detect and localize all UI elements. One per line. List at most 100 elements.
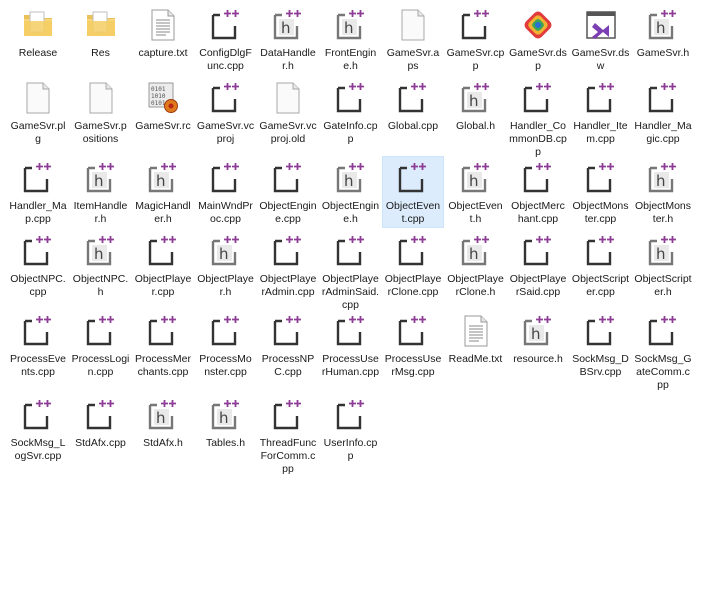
cpp-file-icon	[393, 160, 433, 196]
file-item[interactable]: ObjectMerchant.cpp	[508, 157, 568, 226]
file-item[interactable]: GameSvr.vcproj.old	[258, 77, 318, 146]
file-item[interactable]: SockMsg_GateComm.cpp	[633, 310, 693, 392]
file-name: MainWndProc.cpp	[198, 200, 253, 225]
cpp-file-icon	[393, 80, 433, 116]
file-item[interactable]: ObjectPlayerAdminSaid.cpp	[321, 230, 381, 312]
file-item[interactable]: ObjectNPC.cpp	[8, 230, 68, 299]
file-item[interactable]: Global.cpp	[383, 77, 443, 133]
file-item[interactable]: GameSvr.dsp	[508, 4, 568, 73]
file-name: ObjectMonster.cpp	[572, 200, 629, 225]
file-item[interactable]: ProcessMerchants.cpp	[133, 310, 193, 379]
svg-text:h: h	[656, 172, 666, 190]
file-name: ItemHandler.h	[73, 200, 128, 225]
file-item[interactable]: h ObjectEvent.h	[446, 157, 506, 226]
file-item[interactable]: h ItemHandler.h	[71, 157, 131, 226]
file-name: ObjectPlayerClone.h	[447, 273, 504, 298]
file-item[interactable]: h ObjectEngine.h	[321, 157, 381, 226]
file-item[interactable]: GateInfo.cpp	[321, 77, 381, 146]
file-item[interactable]: ObjectPlayer.cpp	[133, 230, 193, 299]
cpp-file-icon	[206, 160, 246, 196]
file-item[interactable]: GameSvr.positions	[71, 77, 131, 146]
file-name: ProcessUserMsg.cpp	[384, 353, 442, 378]
svg-text:h: h	[469, 92, 479, 110]
file-item[interactable]: ProcessNPC.cpp	[258, 310, 318, 379]
file-item[interactable]: 0101 1010 0101 GameSvr.rc	[133, 77, 193, 133]
file-item[interactable]: h StdAfx.h	[133, 394, 193, 450]
file-item[interactable]: ProcessLogin.cpp	[71, 310, 131, 379]
file-item[interactable]: ObjectPlayerAdmin.cpp	[258, 230, 318, 299]
file-name: resource.h	[513, 353, 563, 365]
file-name: ObjectScripter.h	[634, 273, 692, 298]
blank-file-icon	[18, 80, 58, 116]
file-item[interactable]: UserInfo.cpp	[321, 394, 381, 463]
file-item[interactable]: h ObjectPlayerClone.h	[446, 230, 506, 299]
cpp-file-icon	[518, 80, 558, 116]
file-item[interactable]: GameSvr.cpp	[446, 4, 506, 73]
file-item[interactable]: ThreadFuncForComm.cpp	[258, 394, 318, 476]
file-name: ThreadFuncForComm.cpp	[259, 437, 317, 475]
svg-text:h: h	[94, 245, 104, 263]
file-item[interactable]: ObjectPlayerSaid.cpp	[508, 230, 568, 299]
file-name: DataHandler.h	[260, 47, 316, 72]
file-name: GameSvr.dsp	[509, 47, 567, 72]
file-item[interactable]: GameSvr.dsw	[571, 4, 631, 73]
file-item[interactable]: ObjectScripter.cpp	[571, 230, 631, 299]
file-item[interactable]: ObjectPlayerClone.cpp	[383, 230, 443, 299]
file-item[interactable]: capture.txt	[133, 4, 193, 60]
file-item[interactable]: Handler_Item.cpp	[571, 77, 631, 146]
file-item[interactable]: ObjectEvent.cpp	[382, 156, 444, 228]
file-item[interactable]: h MagicHandler.h	[133, 157, 193, 226]
file-name: ObjectEngine.h	[321, 200, 380, 225]
file-item[interactable]: Release	[8, 4, 68, 60]
file-item[interactable]: h ObjectPlayer.h	[196, 230, 256, 299]
file-item[interactable]: Handler_Map.cpp	[8, 157, 68, 226]
svg-text:h: h	[281, 19, 291, 37]
file-item[interactable]: h ObjectNPC.h	[71, 230, 131, 299]
file-item[interactable]: ProcessMonster.cpp	[196, 310, 256, 379]
file-name: ObjectEvent.cpp	[385, 200, 441, 225]
file-item[interactable]: SockMsg_DBSrv.cpp	[571, 310, 631, 379]
file-item[interactable]: ProcessEvents.cpp	[8, 310, 68, 379]
file-name: ObjectEvent.h	[448, 200, 503, 225]
file-name: capture.txt	[138, 47, 188, 59]
file-name: GameSvr.positions	[74, 120, 127, 145]
header-file-icon: h	[456, 80, 496, 116]
file-item[interactable]: h resource.h	[508, 310, 568, 366]
file-item[interactable]: ObjectMonster.cpp	[571, 157, 631, 226]
file-item[interactable]: Res	[71, 4, 131, 60]
file-item[interactable]: h Tables.h	[196, 394, 256, 450]
file-item[interactable]: h Global.h	[446, 77, 506, 133]
cpp-file-icon	[518, 160, 558, 196]
file-item[interactable]: GameSvr.vcproj	[196, 77, 256, 146]
file-item[interactable]: GameSvr.aps	[383, 4, 443, 73]
file-name: GameSvr.cpp	[446, 47, 505, 72]
file-item[interactable]: ProcessUserMsg.cpp	[383, 310, 443, 379]
file-item[interactable]: h ObjectScripter.h	[633, 230, 693, 299]
file-name: FrontEngine.h	[324, 47, 377, 72]
file-item[interactable]: h DataHandler.h	[258, 4, 318, 73]
file-item[interactable]: Handler_CommonDB.cpp	[508, 77, 568, 159]
file-name: GameSvr.aps	[386, 47, 440, 72]
file-item[interactable]: ObjectEngine.cpp	[258, 157, 318, 226]
cpp-file-icon	[331, 233, 371, 269]
file-item[interactable]: ReadMe.txt	[446, 310, 506, 366]
file-item[interactable]: h FrontEngine.h	[321, 4, 381, 73]
cpp-file-icon	[18, 160, 58, 196]
file-item[interactable]: ProcessUserHuman.cpp	[321, 310, 381, 379]
file-item[interactable]: MainWndProc.cpp	[196, 157, 256, 226]
file-name: UserInfo.cpp	[323, 437, 378, 462]
header-file-icon: h	[456, 233, 496, 269]
file-item[interactable]: SockMsg_LogSvr.cpp	[8, 394, 68, 463]
file-item[interactable]: h GameSvr.h	[633, 4, 693, 60]
file-item[interactable]: h ObjectMonster.h	[633, 157, 693, 226]
file-item[interactable]: StdAfx.cpp	[71, 394, 131, 450]
file-item[interactable]: Handler_Magic.cpp	[633, 77, 693, 146]
svg-text:h: h	[219, 245, 229, 263]
cpp-file-icon	[581, 233, 621, 269]
file-name: ProcessUserHuman.cpp	[321, 353, 380, 378]
svg-text:h: h	[656, 245, 666, 263]
file-item[interactable]: GameSvr.plg	[8, 77, 68, 146]
svg-text:h: h	[156, 409, 166, 427]
file-name: GameSvr.vcproj	[196, 120, 255, 145]
file-item[interactable]: ConfigDlgFunc.cpp	[196, 4, 256, 73]
